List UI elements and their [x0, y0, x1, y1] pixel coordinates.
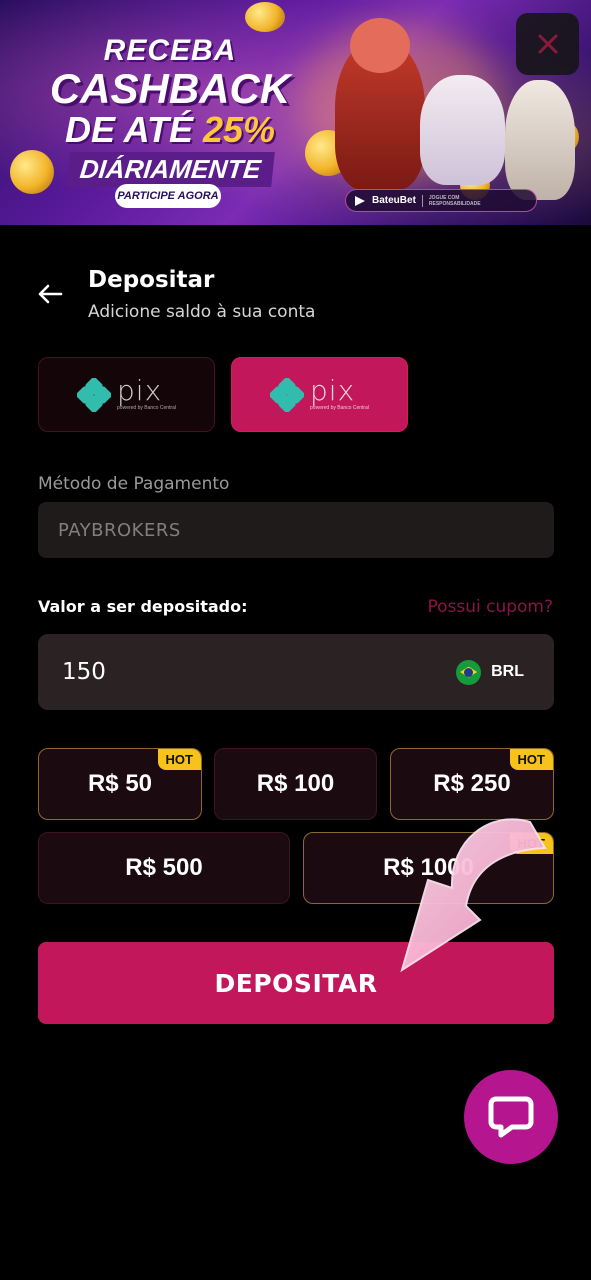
banner-line-3-prefix: DE ATÉ	[64, 109, 203, 150]
page-title: Depositar	[88, 267, 215, 293]
pix-label: pix	[117, 374, 163, 407]
close-banner-button[interactable]	[516, 13, 579, 75]
payment-option-pix-2[interactable]: pix powered by Banco Central	[231, 357, 408, 432]
participate-now-button[interactable]: PARTICIPE AGORA	[115, 184, 221, 208]
banner-line-1: RECEBA	[103, 34, 237, 67]
amount-label: Valor a ser depositado:	[38, 597, 248, 616]
quick-amount-label: R$ 100	[256, 770, 335, 797]
quick-amount-label: R$ 1000	[383, 854, 474, 881]
promo-banner[interactable]: RECEBA CASHBACK DE ATÉ 25% DIÁRIAMENTE P…	[0, 0, 591, 225]
pix-wordmark: pix powered by Banco Central	[117, 374, 176, 412]
chat-bubble-icon	[488, 1096, 534, 1138]
quick-amount-50[interactable]: R$ 50 HOT	[38, 748, 202, 820]
pix-wordmark: pix powered by Banco Central	[310, 374, 369, 412]
back-button[interactable]	[34, 280, 66, 308]
banner-line-3: DE ATÉ 25%	[40, 110, 300, 150]
amount-value[interactable]: 150	[62, 659, 106, 685]
page-subtitle: Adicione saldo à sua conta	[88, 302, 316, 322]
tiger-character	[505, 80, 575, 200]
rabbit-character	[420, 75, 505, 185]
hot-badge: HOT	[157, 749, 201, 770]
pix-powered-by: powered by Banco Central	[310, 405, 369, 411]
pix-powered-by: powered by Banco Central	[117, 405, 176, 411]
divider	[421, 194, 423, 207]
payment-method-field: PAYBROKERS	[38, 502, 554, 558]
currency-code: BRL	[491, 663, 524, 680]
quick-amount-500[interactable]: R$ 500	[38, 832, 290, 904]
quick-amount-label: R$ 500	[125, 854, 203, 881]
chat-support-button[interactable]	[464, 1070, 558, 1164]
quick-amount-label: R$ 50	[87, 770, 153, 797]
coupon-link[interactable]: Possui cupom?	[427, 597, 553, 617]
pix-logo-icon	[77, 377, 112, 412]
quick-amount-250[interactable]: R$ 250 HOT	[390, 748, 554, 820]
amount-input[interactable]: 150 BRL	[38, 634, 554, 710]
deposit-button[interactable]: DEPOSITAR	[38, 942, 554, 1024]
pix-logo-icon	[270, 377, 305, 412]
bull-head	[350, 18, 410, 73]
payment-method-label: Método de Pagamento	[38, 474, 230, 494]
quick-amount-1000[interactable]: R$ 1000 HOT	[303, 832, 554, 904]
hot-badge: HOT	[509, 749, 553, 770]
banner-percentage: 25%	[202, 109, 276, 150]
brand-name: BateuBet	[372, 195, 416, 206]
arrow-left-icon	[38, 284, 63, 304]
brand-logo-icon	[355, 195, 365, 206]
coin-decoration	[245, 2, 285, 32]
banner-headline: RECEBA CASHBACK DE ATÉ 25% DIÁRIAMENTE	[40, 34, 300, 187]
quick-amount-100[interactable]: R$ 100	[214, 748, 377, 820]
close-icon	[538, 34, 557, 54]
currency-selector: BRL	[456, 659, 524, 685]
payment-option-pix-1[interactable]: pix powered by Banco Central	[38, 357, 215, 432]
disclaimer-text: JOGUE COM RESPONSABILIDADE	[428, 194, 481, 207]
brazil-flag-icon	[456, 659, 482, 685]
quick-amount-label: R$ 250	[433, 770, 511, 797]
pix-label: pix	[310, 374, 356, 407]
banner-line-2: CASHBACK	[49, 65, 291, 112]
hot-badge: HOT	[509, 833, 553, 854]
brand-pill: BateuBet JOGUE COM RESPONSABILIDADE	[345, 189, 537, 212]
banner-line-4: DIÁRIAMENTE	[65, 152, 275, 187]
